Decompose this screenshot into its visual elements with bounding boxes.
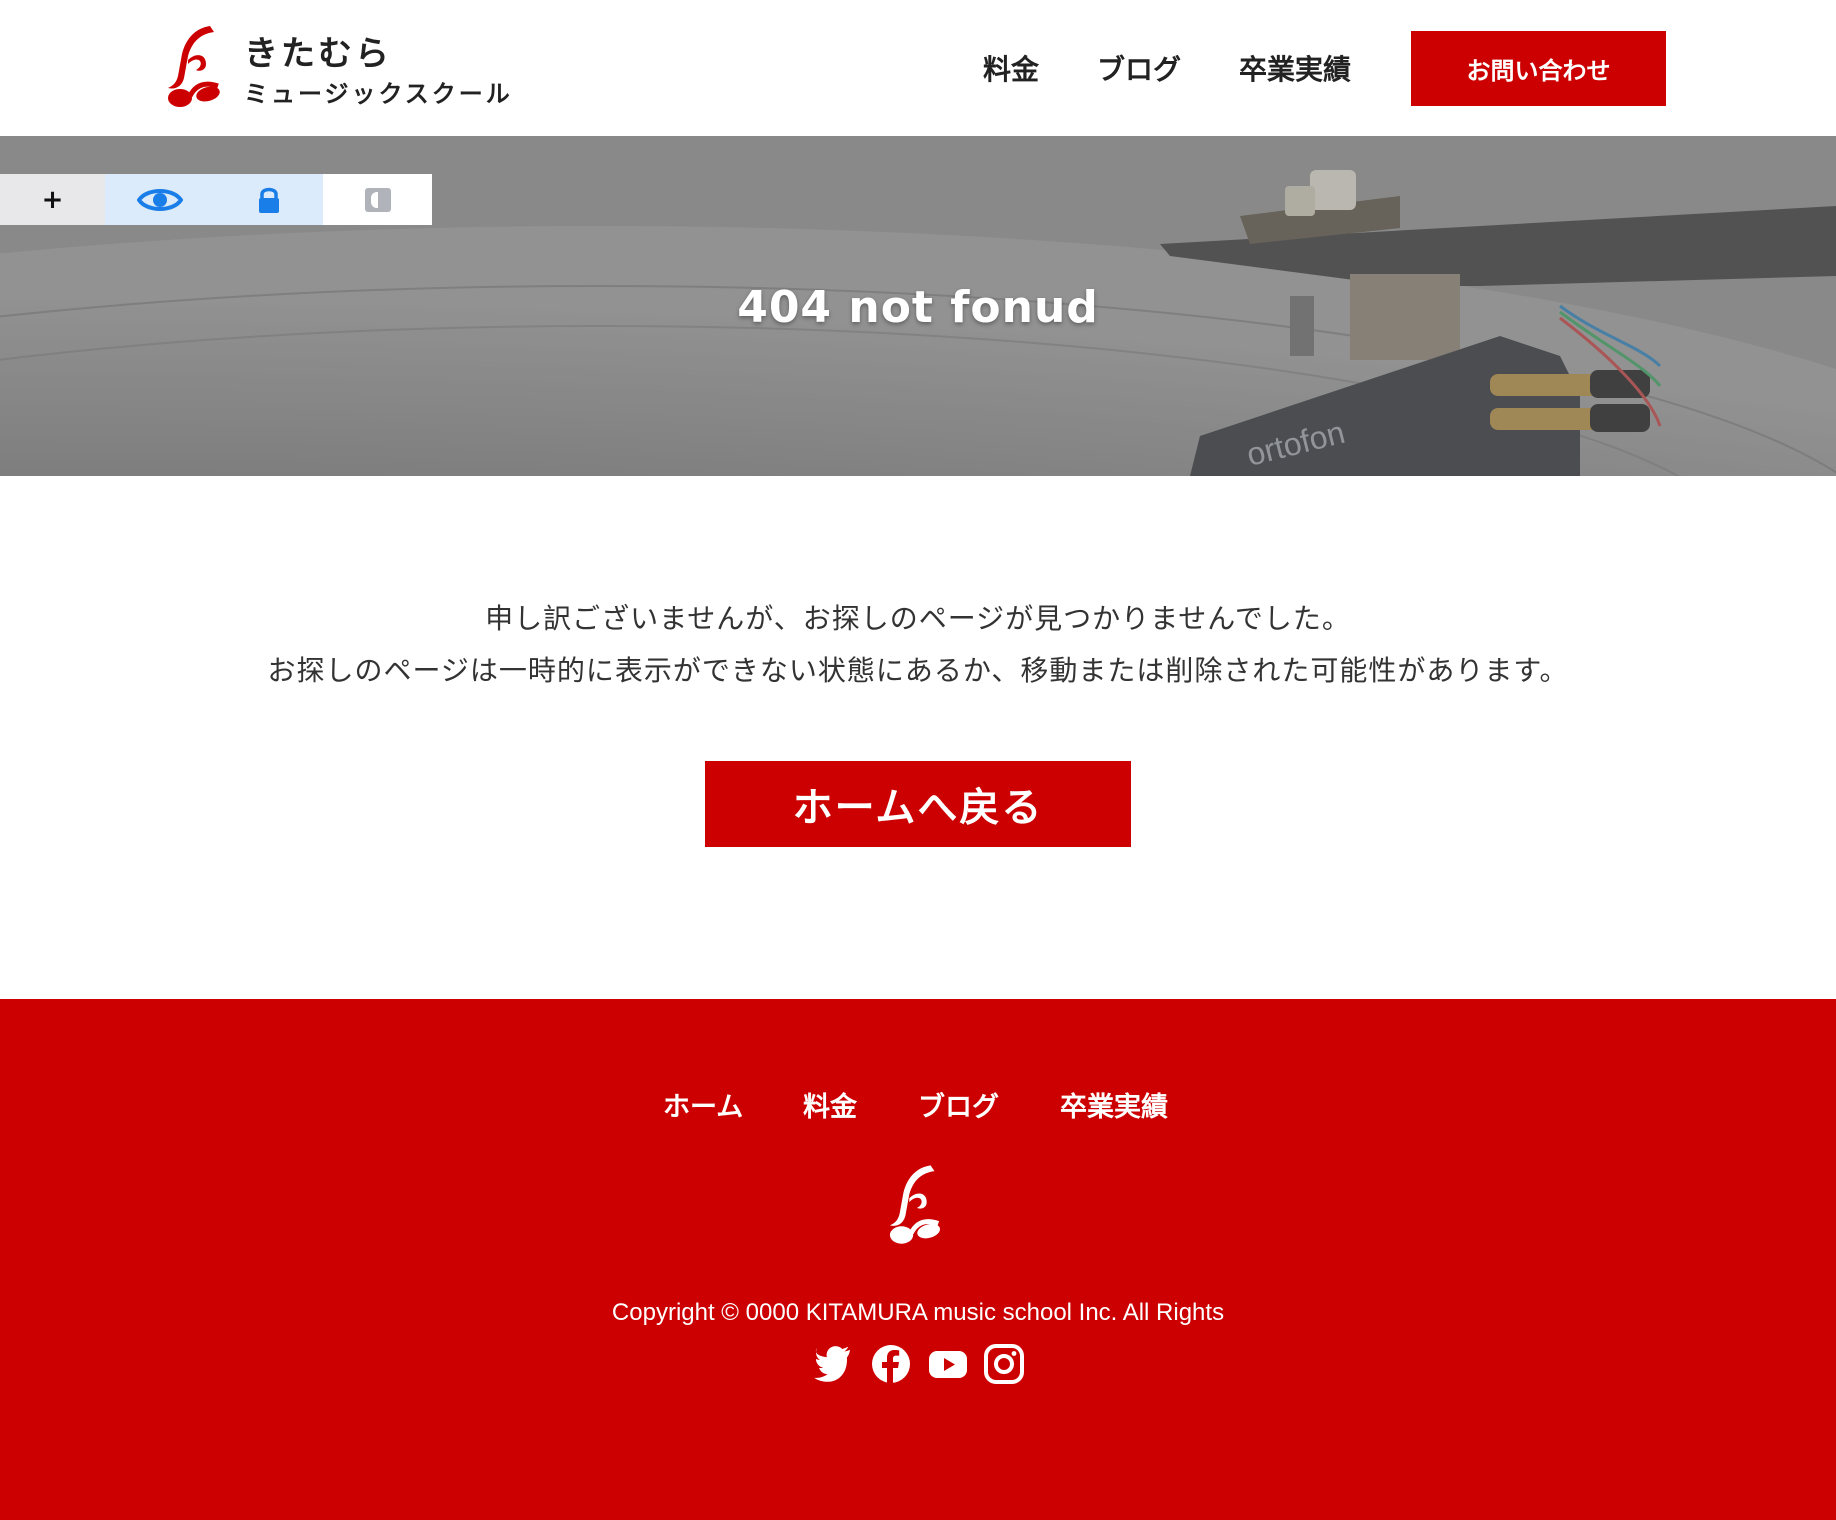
- nav-item-graduates[interactable]: 卒業実績: [1239, 48, 1351, 88]
- nav-item-blog[interactable]: ブログ: [1097, 48, 1181, 88]
- plus-icon: +: [41, 184, 64, 215]
- nav-item-pricing[interactable]: 料金: [983, 48, 1039, 88]
- youtube-icon[interactable]: [928, 1344, 968, 1384]
- instagram-icon[interactable]: [984, 1344, 1024, 1384]
- floating-toolbar: +: [0, 174, 432, 225]
- logo-name-main: きたむら: [244, 34, 392, 74]
- facebook-icon[interactable]: [871, 1344, 911, 1384]
- footer-nav-graduates[interactable]: 卒業実績: [1060, 1085, 1168, 1124]
- contrast-toggle[interactable]: [323, 174, 432, 225]
- site-footer: ホーム 料金 ブログ 卒業実績 Copyright © 0000 KITAMUR…: [0, 999, 1836, 1520]
- page-title: 404 not fonud: [737, 282, 1099, 333]
- logo-name-sub: ミュージックスクール: [244, 80, 513, 108]
- lock-toggle[interactable]: [214, 174, 323, 225]
- error-message-line-2: お探しのページは一時的に表示ができない状態にあるか、移動または削除された可能性が…: [267, 654, 1569, 687]
- footer-logo-icon[interactable]: [888, 1162, 948, 1248]
- lock-icon: [258, 187, 279, 213]
- twitter-icon[interactable]: [813, 1344, 853, 1384]
- contact-button[interactable]: お問い合わせ: [1411, 31, 1666, 106]
- footer-nav-home[interactable]: ホーム: [663, 1085, 743, 1124]
- error-message-line-1: 申し訳ございませんが、お探しのページが見つかりませんでした。: [485, 602, 1351, 635]
- footer-nav-pricing[interactable]: 料金: [803, 1085, 857, 1124]
- back-home-button[interactable]: ホームへ戻る: [705, 761, 1131, 847]
- site-header: きたむら ミュージックスクール 料金 ブログ 卒業実績 お問い合わせ: [0, 0, 1836, 136]
- copyright-text: Copyright © 0000 KITAMURA music school I…: [611, 1299, 1225, 1326]
- site-logo[interactable]: きたむら ミュージックスクール: [166, 22, 510, 114]
- contrast-icon: [364, 187, 391, 212]
- music-note-logo-icon: [168, 26, 220, 107]
- footer-nav-blog[interactable]: ブログ: [918, 1085, 999, 1124]
- eye-icon: [136, 188, 183, 211]
- add-button[interactable]: +: [0, 174, 105, 225]
- visibility-toggle[interactable]: [105, 174, 214, 225]
